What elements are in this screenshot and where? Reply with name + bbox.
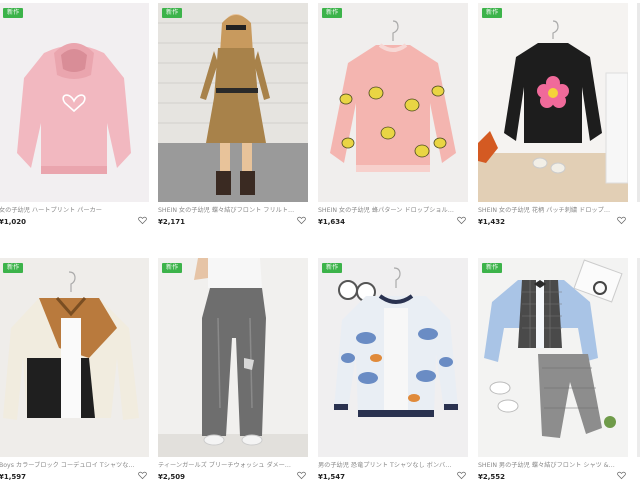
product-image-dino-jacket[interactable]: 新作: [318, 258, 468, 457]
product-price: ¥1,634: [318, 218, 346, 226]
new-badge: 新作: [322, 263, 343, 273]
heart-outline-icon[interactable]: [297, 471, 306, 480]
product-image-girl-brown-dress[interactable]: 新作: [158, 3, 308, 202]
product-image-grey-jeans[interactable]: 新作: [158, 258, 308, 457]
new-badge: 新作: [322, 8, 343, 18]
heart-outline-icon[interactable]: [138, 216, 147, 225]
product-image-pink-hoodie[interactable]: 新作: [0, 3, 149, 202]
heart-outline-icon[interactable]: [138, 471, 147, 480]
product-price: ¥1,432: [478, 218, 506, 226]
heart-outline-icon[interactable]: [297, 216, 306, 225]
product-price: ¥1,020: [0, 218, 27, 226]
product-title[interactable]: 男の子幼児 恐竜プリント Tシャツなし ボンバージャケ...: [318, 461, 456, 470]
product-grid: 新作 女の子幼児 ハートプリント パーカー ¥1,020 新作 SHEIN 女の…: [0, 0, 640, 491]
product-image-flower-sweater[interactable]: 新作: [478, 3, 628, 202]
heart-outline-icon[interactable]: [617, 216, 626, 225]
product-title[interactable]: Boys カラーブロック コーデュロイ Tシャツなし シャケ...: [0, 461, 137, 470]
product-price: ¥1,597: [0, 473, 27, 481]
heart-outline-icon[interactable]: [617, 471, 626, 480]
heart-outline-icon[interactable]: [457, 216, 466, 225]
product-price: ¥2,552: [478, 473, 506, 481]
product-image-colorblock-jacket[interactable]: 新作: [0, 258, 149, 457]
product-title[interactable]: 女の子幼児 ハートプリント パーカー: [0, 206, 137, 215]
new-badge: 新作: [3, 8, 24, 18]
product-title[interactable]: ティーンガールズ ブリーチウォッシュ ダメージストレー...: [158, 461, 296, 470]
product-title[interactable]: SHEIN 女の子幼児 花柄 パッチ刺繍 ドロップショルダ...: [478, 206, 616, 215]
new-badge: 新作: [482, 263, 503, 273]
product-title[interactable]: SHEIN 女の子幼児 蝶々結びフロント フリルトリム ワ...: [158, 206, 296, 215]
product-image-vest-set[interactable]: 新作: [478, 258, 628, 457]
new-badge: 新作: [162, 263, 183, 273]
heart-outline-icon[interactable]: [457, 471, 466, 480]
new-badge: 新作: [482, 8, 503, 18]
product-image-bee-sweater[interactable]: 新作: [318, 3, 468, 202]
new-badge: 新作: [3, 263, 24, 273]
product-price: ¥2,509: [158, 473, 186, 481]
product-price: ¥1,547: [318, 473, 346, 481]
new-badge: 新作: [162, 8, 183, 18]
product-title[interactable]: SHEIN 女の子幼児 蜂パターン ドロップショルダー セ...: [318, 206, 456, 215]
product-price: ¥2,171: [158, 218, 186, 226]
product-title[interactable]: SHEIN 男の子幼児 蝶々結びフロント シャツ & 格子柄...: [478, 461, 616, 470]
